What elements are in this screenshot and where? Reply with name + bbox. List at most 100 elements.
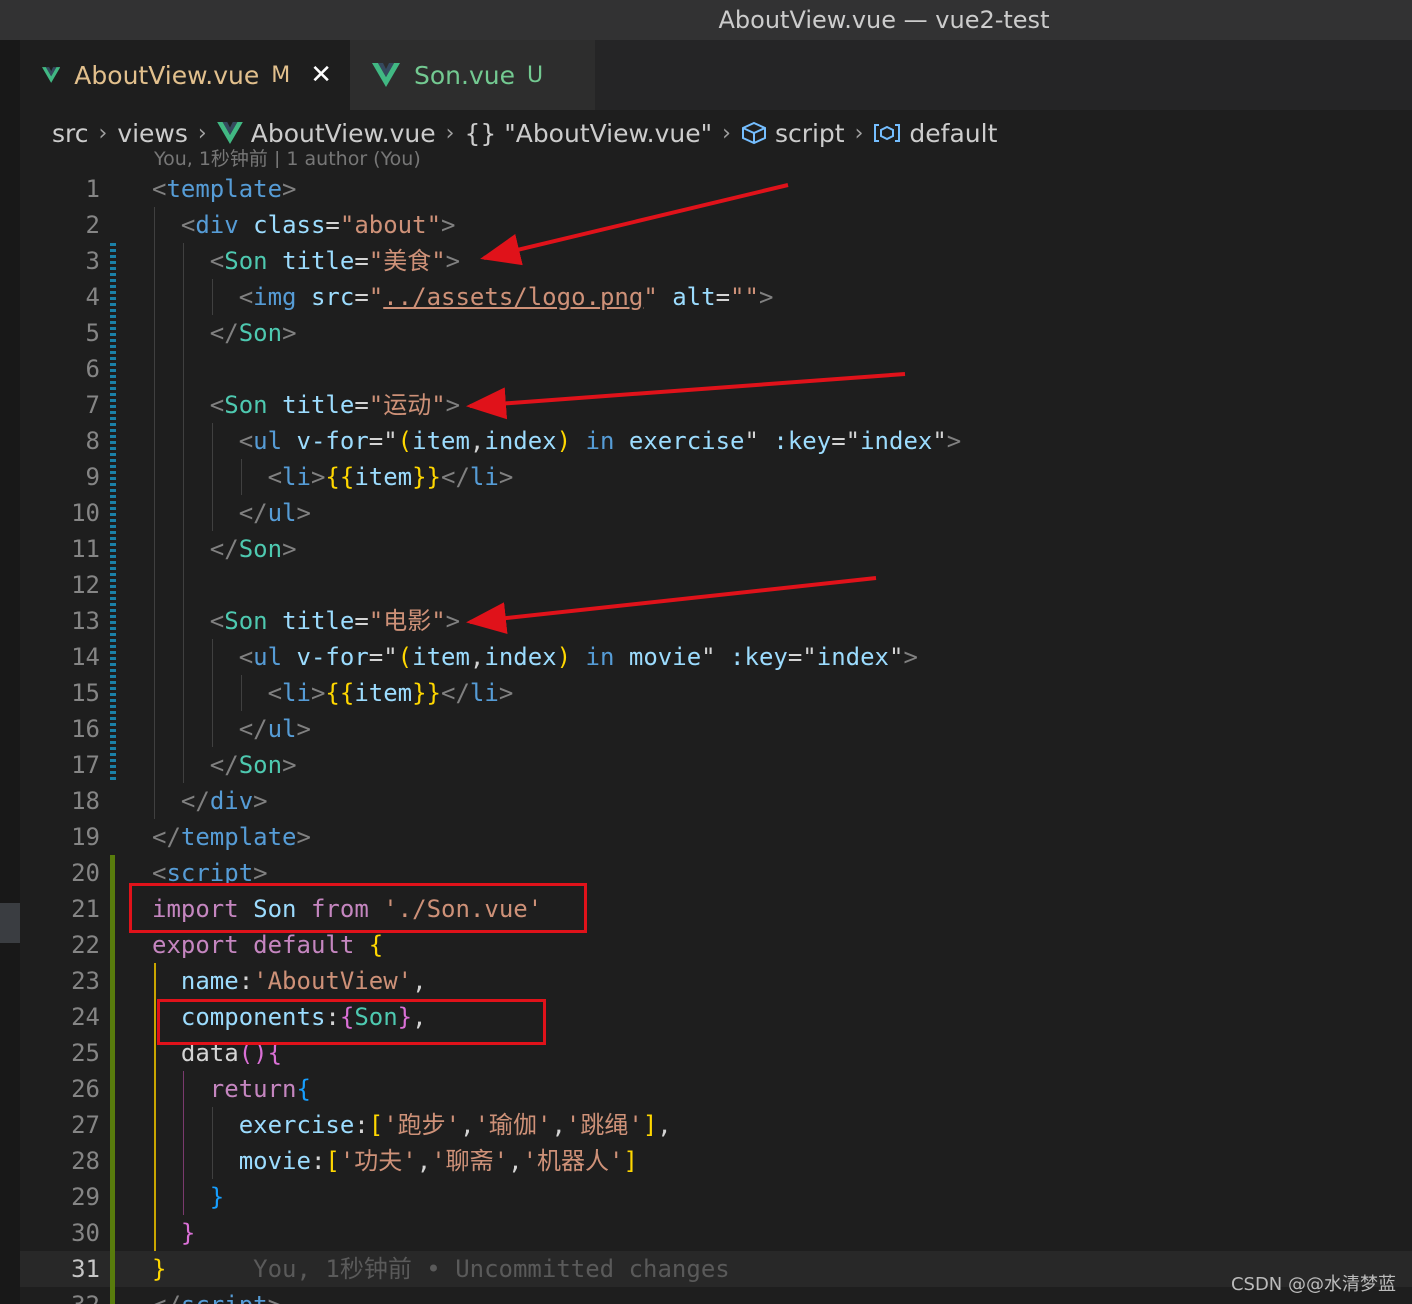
line-number: 6: [85, 355, 100, 383]
code-line[interactable]: 1 <template>: [20, 171, 1412, 207]
git-modified-marker[interactable]: [110, 711, 116, 747]
code-line[interactable]: 14 <ul v-for="(item,index) in movie" :ke…: [20, 639, 1412, 675]
code-token: <: [152, 175, 167, 203]
line-number: 16: [71, 715, 100, 743]
code-token: title: [282, 247, 355, 275]
git-modified-marker[interactable]: [110, 459, 116, 495]
git-modified-marker[interactable]: [110, 639, 116, 675]
git-added-marker[interactable]: [110, 927, 115, 963]
breadcrumb-item-script[interactable]: script: [775, 119, 845, 148]
code-token: >: [282, 175, 297, 203]
code-line[interactable]: 19 </template>: [20, 819, 1412, 855]
tab-bar: AboutView.vue M ✕ Son.vue U: [20, 40, 1412, 110]
code-line[interactable]: 10 </ul>: [20, 495, 1412, 531]
code-line[interactable]: 12: [20, 567, 1412, 603]
code-token: ": [845, 427, 861, 455]
code-token: "": [730, 283, 759, 311]
git-modified-marker[interactable]: [110, 279, 116, 315]
vue-icon: [42, 67, 61, 83]
indent-guide: [154, 567, 155, 603]
git-modified-marker[interactable]: [110, 675, 116, 711]
indent-guide: [154, 351, 155, 387]
breadcrumb-item-module[interactable]: {} "AboutView.vue": [464, 119, 712, 148]
git-modified-marker[interactable]: [110, 315, 116, 351]
git-added-marker[interactable]: [110, 1215, 115, 1251]
codelens-blame[interactable]: You, 1秒钟前 | 1 author (You): [154, 144, 421, 168]
code-line[interactable]: 7 <Son title="运动">: [20, 387, 1412, 423]
code-line[interactable]: 29 }: [20, 1179, 1412, 1215]
git-added-marker[interactable]: [110, 855, 115, 891]
code-token: '功夫': [339, 1147, 417, 1175]
code-token: v-for: [296, 643, 369, 671]
annotation-box-import: [129, 883, 587, 933]
code-line[interactable]: 5 </Son>: [20, 315, 1412, 351]
code-line[interactable]: 13 <Son title="电影">: [20, 603, 1412, 639]
code-line[interactable]: 15 <li>{{item}}</li>: [20, 675, 1412, 711]
git-added-marker[interactable]: [110, 1287, 115, 1304]
code-token: title: [282, 391, 355, 419]
git-added-marker[interactable]: [110, 1179, 115, 1215]
code-line[interactable]: 9 <li>{{item}}</li>: [20, 459, 1412, 495]
git-added-marker[interactable]: [110, 999, 115, 1035]
git-added-marker[interactable]: [110, 963, 115, 999]
code-line[interactable]: 26 return{: [20, 1071, 1412, 1107]
indent-guide: [182, 351, 184, 387]
code-line[interactable]: 4 <img src="../assets/logo.png" alt="">: [20, 279, 1412, 315]
code-token: ": [643, 283, 658, 311]
code-editor[interactable]: 1 <template> 2 <div class="about"> 3 <Son t…: [20, 171, 1412, 1304]
git-modified-marker[interactable]: [110, 387, 116, 423]
breadcrumb-item-src[interactable]: src: [52, 119, 89, 148]
code-token: ": [383, 427, 398, 455]
code-line[interactable]: 17 </Son>: [20, 747, 1412, 783]
breadcrumb-item-default[interactable]: default: [909, 119, 997, 148]
close-icon[interactable]: ✕: [310, 60, 332, 90]
code-line[interactable]: 28 movie:['功夫','聊斋','机器人']: [20, 1143, 1412, 1179]
code-token: </: [209, 751, 239, 779]
activity-marker: [0, 903, 20, 943]
code-token: template: [166, 175, 283, 203]
git-added-marker[interactable]: [110, 1035, 115, 1071]
code-line[interactable]: 11 </Son>: [20, 531, 1412, 567]
code-token: =: [368, 427, 384, 455]
code-line[interactable]: 23 name:'AboutView',: [20, 963, 1412, 999]
git-modified-marker[interactable]: [110, 531, 116, 567]
git-added-marker[interactable]: [110, 1107, 115, 1143]
code-line[interactable]: 3 <Son title="美食">: [20, 243, 1412, 279]
code-line[interactable]: 27 exercise:['跑步','瑜伽','跳绳'],: [20, 1107, 1412, 1143]
code-line[interactable]: 31} You, 1秒钟前 • Uncommitted changes: [20, 1251, 1412, 1287]
git-modified-marker[interactable]: [110, 567, 116, 603]
code-token: item: [354, 463, 413, 491]
tab-son[interactable]: Son.vue U: [350, 40, 595, 110]
git-added-marker[interactable]: [110, 1251, 115, 1287]
code-line[interactable]: 16 </ul>: [20, 711, 1412, 747]
code-line[interactable]: 8 <ul v-for="(item,index) in exercise" :…: [20, 423, 1412, 459]
code-token: =: [831, 427, 846, 455]
git-modified-marker[interactable]: [110, 747, 116, 783]
code-line[interactable]: 6: [20, 351, 1412, 387]
line-number: 31: [71, 1255, 100, 1283]
code-token: ): [556, 643, 572, 671]
git-added-marker[interactable]: [110, 1071, 115, 1107]
code-token: <: [238, 283, 254, 311]
git-modified-marker[interactable]: [110, 495, 116, 531]
code-token: alt: [672, 283, 716, 311]
git-modified-marker[interactable]: [110, 603, 116, 639]
code-line[interactable]: 2 <div class="about">: [20, 207, 1412, 243]
code-text: <template>: [152, 171, 297, 207]
code-token: <: [238, 643, 254, 671]
code-token: >: [296, 499, 311, 527]
code-line[interactable]: 32 </script>: [20, 1287, 1412, 1304]
code-token: 'AboutView': [253, 967, 413, 995]
tab-aboutview[interactable]: AboutView.vue M ✕: [20, 40, 350, 110]
git-modified-marker[interactable]: [110, 243, 116, 279]
git-added-marker[interactable]: [110, 891, 115, 927]
git-added-marker[interactable]: [110, 1143, 115, 1179]
git-modified-marker[interactable]: [110, 423, 116, 459]
code-line[interactable]: 30 }: [20, 1215, 1412, 1251]
code-line[interactable]: 18 </div>: [20, 783, 1412, 819]
git-modified-marker[interactable]: [110, 351, 116, 387]
